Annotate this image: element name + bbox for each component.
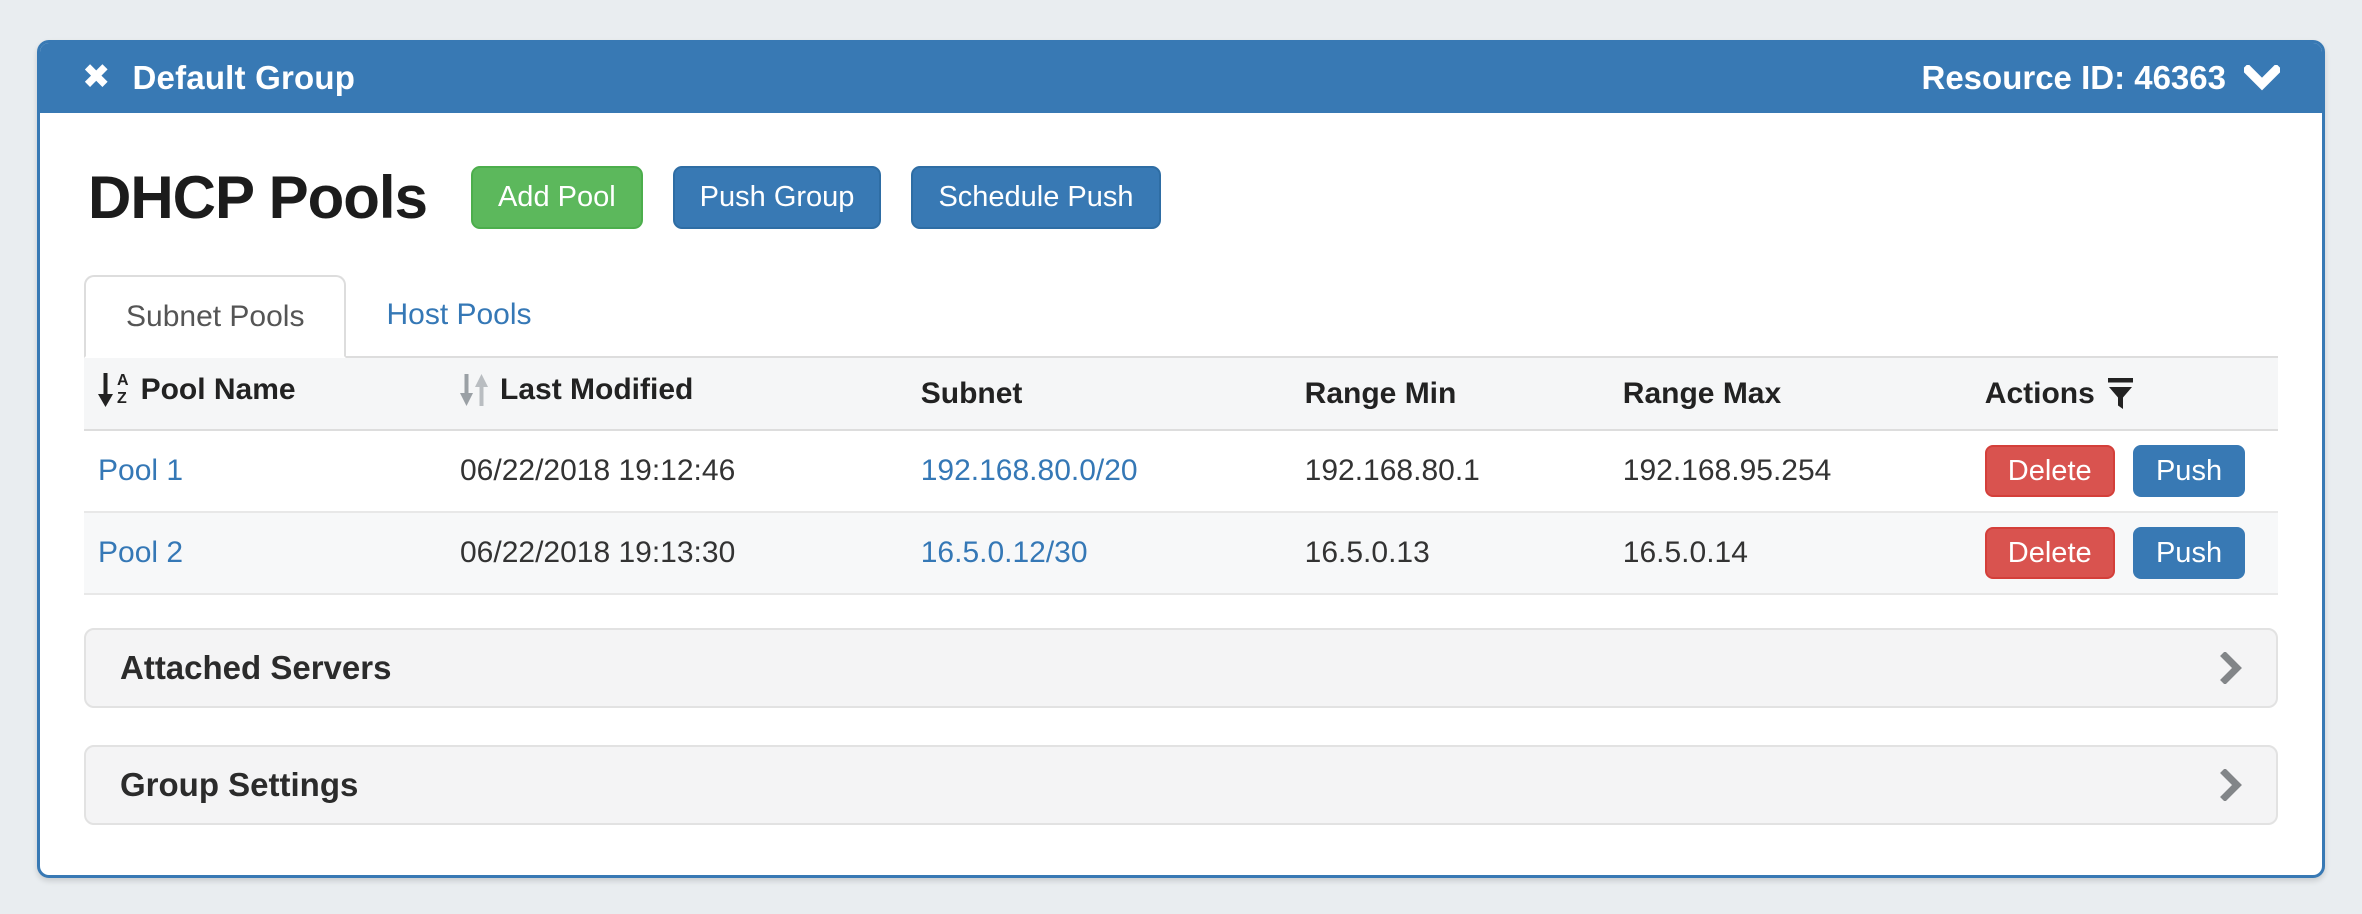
group-settings-panel[interactable]: Group Settings — [84, 745, 2278, 825]
push-group-button[interactable]: Push Group — [673, 166, 882, 229]
push-button[interactable]: Push — [2133, 445, 2245, 497]
column-header-actions: Actions — [1971, 358, 2278, 430]
toolbar: DHCP Pools Add Pool Push Group Schedule … — [88, 163, 2278, 232]
group-settings-title: Group Settings — [120, 766, 358, 804]
schedule-push-button[interactable]: Schedule Push — [911, 166, 1160, 229]
panel-heading: ✖ Default Group Resource ID: 46363 — [40, 43, 2322, 113]
actions-cell: Delete Push — [1971, 512, 2278, 594]
tab-bar: Subnet Pools Host Pools — [84, 275, 2278, 358]
table-header-row: A Z Pool Name — [84, 358, 2278, 430]
last-modified-cell: 06/22/2018 19:12:46 — [446, 430, 907, 512]
panel-heading-left: ✖ Default Group — [82, 59, 355, 97]
pool-name-link[interactable]: Pool 1 — [98, 454, 183, 487]
resource-id-label: Resource ID: 46363 — [1922, 59, 2227, 97]
group-title: Default Group — [133, 59, 356, 97]
table-row: Pool 1 06/22/2018 19:12:46 192.168.80.0/… — [84, 430, 2278, 512]
last-modified-cell: 06/22/2018 19:13:30 — [446, 512, 907, 594]
panel-body: DHCP Pools Add Pool Push Group Schedule … — [40, 113, 2322, 825]
page-title: DHCP Pools — [88, 163, 427, 232]
attached-servers-panel[interactable]: Attached Servers — [84, 628, 2278, 708]
column-header-range-max: Range Max — [1609, 358, 1971, 430]
sort-alpha-asc-icon: A Z — [98, 373, 129, 407]
range-max-cell: 192.168.95.254 — [1609, 430, 1971, 512]
column-header-range-min: Range Min — [1291, 358, 1609, 430]
push-button[interactable]: Push — [2133, 527, 2245, 579]
resource-id-dropdown[interactable]: Resource ID: 46363 — [1922, 59, 2281, 97]
filter-icon[interactable] — [2107, 378, 2134, 410]
sort-icon — [460, 374, 488, 406]
close-icon[interactable]: ✖ — [82, 60, 111, 94]
chevron-right-icon — [2220, 652, 2242, 684]
range-min-cell: 16.5.0.13 — [1291, 512, 1609, 594]
tab-host-pools[interactable]: Host Pools — [346, 275, 571, 356]
chevron-down-icon — [2244, 65, 2280, 91]
column-header-pool-name[interactable]: A Z Pool Name — [84, 358, 446, 430]
column-header-subnet: Subnet — [907, 358, 1291, 430]
subnet-link[interactable]: 192.168.80.0/20 — [921, 454, 1138, 487]
table-row: Pool 2 06/22/2018 19:13:30 16.5.0.12/30 … — [84, 512, 2278, 594]
subnet-link[interactable]: 16.5.0.12/30 — [921, 536, 1088, 569]
delete-button[interactable]: Delete — [1985, 445, 2115, 497]
pool-name-link[interactable]: Pool 2 — [98, 536, 183, 569]
delete-button[interactable]: Delete — [1985, 527, 2115, 579]
group-panel: ✖ Default Group Resource ID: 46363 DHCP … — [37, 40, 2325, 878]
chevron-right-icon — [2220, 769, 2242, 801]
attached-servers-title: Attached Servers — [120, 649, 391, 687]
tab-subnet-pools[interactable]: Subnet Pools — [84, 275, 346, 358]
add-pool-button[interactable]: Add Pool — [471, 166, 643, 229]
actions-cell: Delete Push — [1971, 430, 2278, 512]
range-max-cell: 16.5.0.14 — [1609, 512, 1971, 594]
column-header-last-modified[interactable]: Last Modified — [446, 358, 907, 430]
range-min-cell: 192.168.80.1 — [1291, 430, 1609, 512]
subnet-pools-table: A Z Pool Name — [84, 358, 2278, 595]
